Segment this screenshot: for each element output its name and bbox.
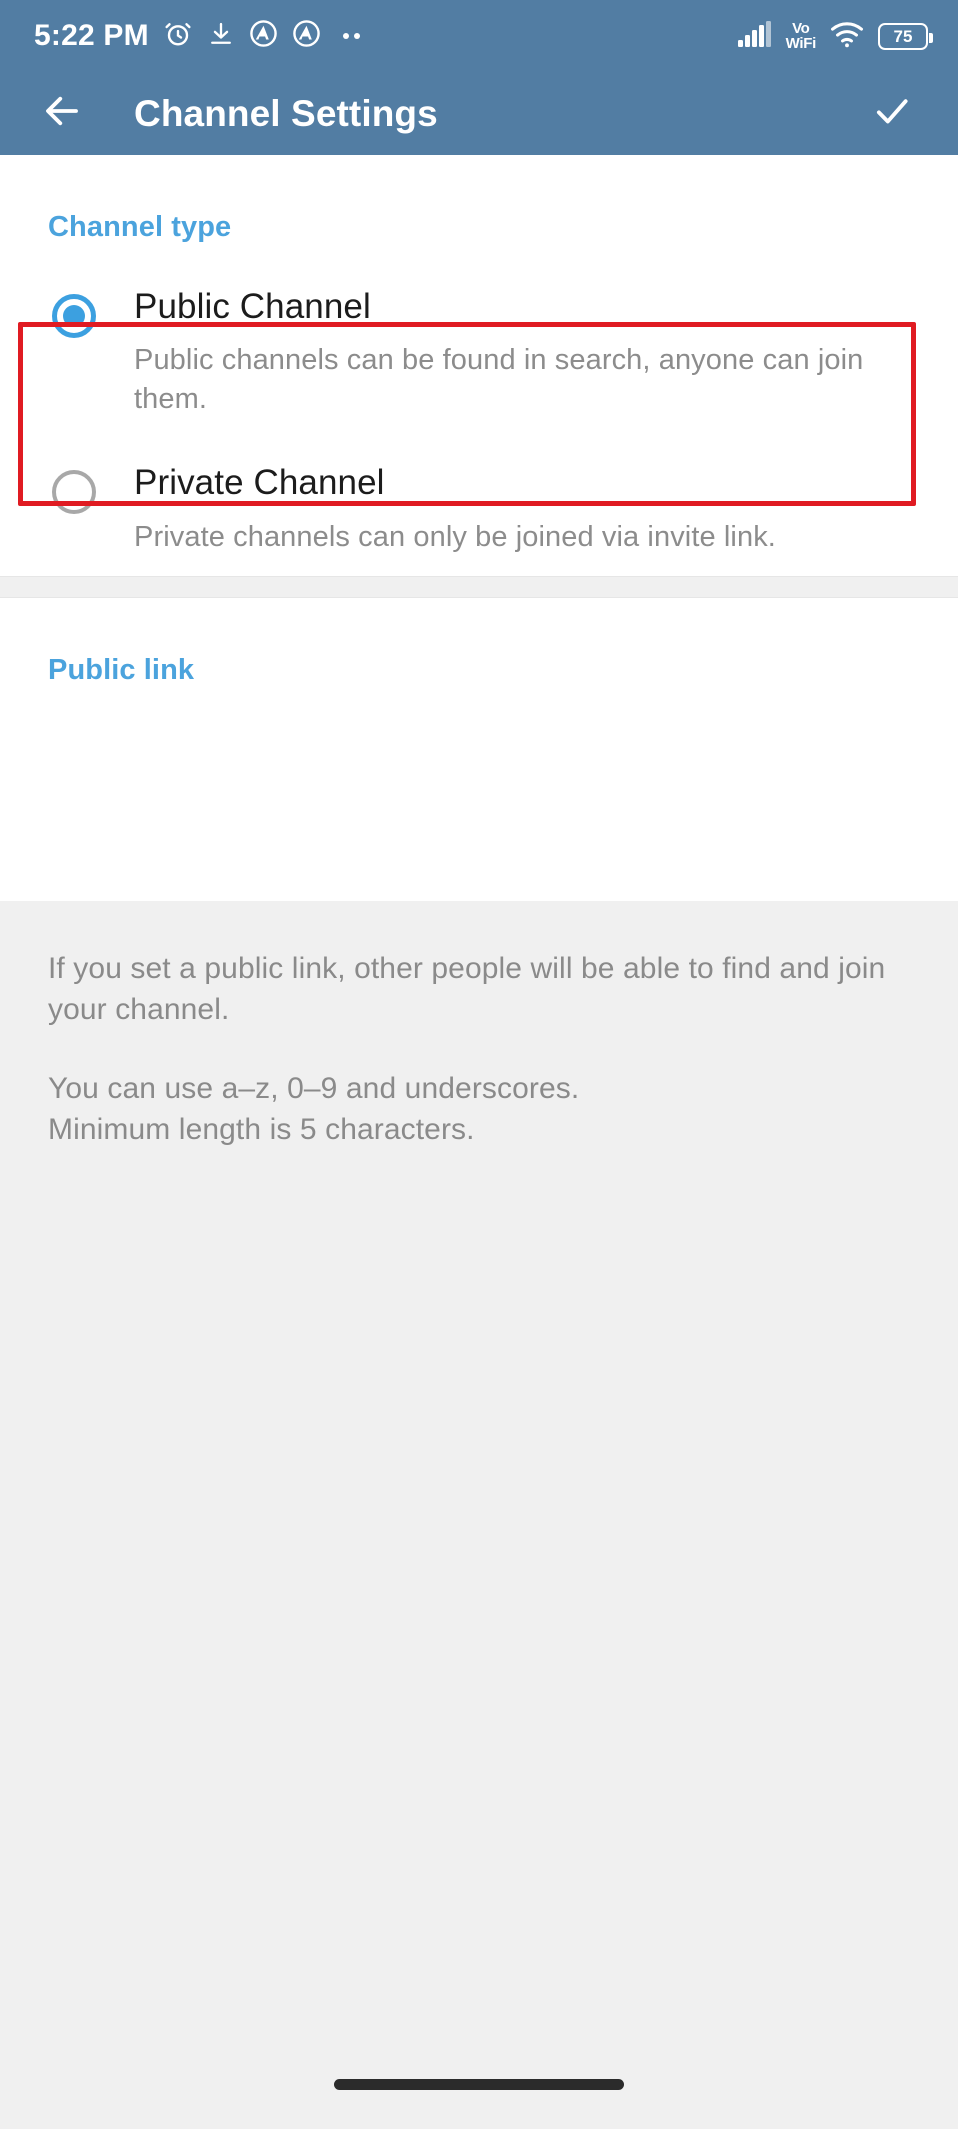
radio-title: Private Channel [134, 463, 385, 503]
public-link-hints: If you set a public link, other people w… [0, 901, 958, 1151]
radio-option-private-channel[interactable]: Private Channel Private channels can onl… [0, 438, 958, 576]
radio-title: Public Channel [134, 287, 371, 326]
alarm-clock-icon [163, 19, 193, 54]
hint-text-rules: You can use a–z, 0–9 and underscores. Mi… [48, 1071, 580, 1146]
channel-type-card: Channel type Public Channel Public chann… [0, 155, 958, 577]
more-dots-icon [342, 33, 360, 39]
cellular-signal-icon [737, 20, 773, 53]
back-arrow-icon [41, 90, 83, 137]
battery-icon: 75 [878, 22, 933, 50]
app-badge-a-icon [249, 19, 278, 53]
radio-description: Private channels can only be joined via … [134, 520, 776, 553]
public-link-input[interactable] [48, 737, 910, 792]
public-link-section-title: Public link [48, 654, 195, 687]
checkmark-icon [871, 90, 913, 137]
section-divider [0, 576, 958, 599]
hint-text-find-join: If you set a public link, other people w… [48, 952, 886, 1027]
app-badge-a-icon [292, 19, 321, 53]
radio-description: Public channels can be found in search, … [134, 344, 864, 415]
channel-type-radio-group: Public Channel Public channels can be fo… [0, 244, 958, 576]
status-bar-left: 5:22 PM [34, 19, 360, 54]
radio-option-texts: Private Channel Private channels can onl… [134, 462, 784, 556]
radio-option-texts: Public Channel Public channels can be fo… [134, 286, 904, 418]
public-link-card: Public link [0, 598, 958, 902]
radio-selected-icon[interactable] [52, 294, 96, 338]
save-button[interactable] [864, 86, 920, 142]
radio-unselected-icon[interactable] [52, 470, 96, 515]
settings-content: Channel type Public Channel Public chann… [0, 155, 958, 2129]
channel-type-section-title: Channel type [48, 211, 232, 243]
vowifi-indicator: Vo WiFi [785, 21, 817, 52]
battery-level: 75 [893, 26, 913, 46]
home-gesture-bar[interactable] [334, 2078, 624, 2090]
navigation-bar [0, 2039, 958, 2129]
page-title: Channel Settings [134, 92, 438, 134]
back-button[interactable] [34, 86, 90, 142]
phone-screen: 5:22 PM Vo WiFi 75 Channel Settings Chan… [0, 0, 958, 2129]
app-toolbar: Channel Settings [0, 72, 958, 155]
status-bar: 5:22 PM Vo WiFi 75 [0, 0, 958, 72]
wifi-icon [829, 20, 865, 53]
status-bar-right: Vo WiFi 75 [737, 20, 933, 53]
status-time: 5:22 PM [34, 19, 149, 52]
vowifi-line-2: WiFi [785, 35, 817, 52]
public-link-input-wrap [0, 687, 958, 792]
radio-option-public-channel[interactable]: Public Channel Public channels can be fo… [0, 262, 958, 438]
download-icon [207, 20, 235, 53]
